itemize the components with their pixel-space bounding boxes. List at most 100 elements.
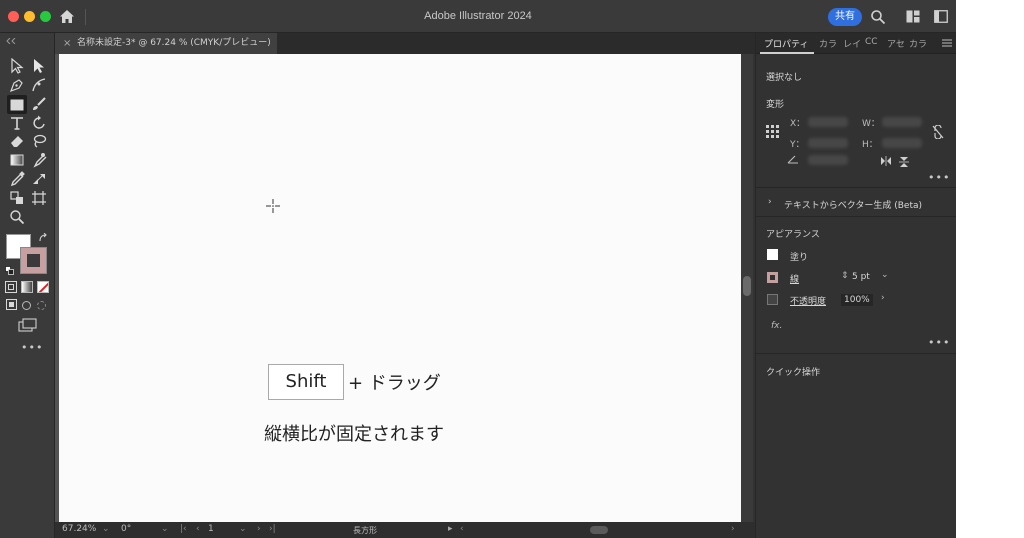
current-tool-readout: 長方形 — [353, 526, 377, 535]
share-button[interactable]: 共有 — [828, 8, 862, 26]
artboard-dropdown-icon[interactable]: ⌄ — [239, 524, 247, 534]
appearance-more-options-icon[interactable]: ••• — [928, 336, 950, 349]
opacity-icon — [767, 294, 778, 305]
scroll-right-icon[interactable]: › — [731, 524, 735, 534]
document-tab-label: 名称未設定-3* @ 67.24 % (CMYK/プレビュー) — [77, 38, 271, 48]
divider — [756, 187, 956, 188]
artboard-tool-icon[interactable] — [31, 190, 47, 206]
search-icon[interactable] — [870, 9, 886, 25]
canvas-area[interactable]: Shift + ドラッグ 縦横比が固定されます — [55, 54, 741, 522]
next-artboard-icon[interactable]: › — [257, 524, 261, 534]
change-screen-mode-icon[interactable] — [18, 318, 38, 332]
rotation-dropdown-icon[interactable]: ⌄ — [161, 524, 169, 534]
rotate-tool-icon[interactable] — [31, 115, 47, 131]
stroke-swatch[interactable] — [767, 272, 778, 283]
panel-toggle-icon[interactable] — [934, 10, 948, 23]
reference-point-icon[interactable] — [765, 124, 780, 139]
collapse-toolbar-icon[interactable] — [6, 38, 16, 44]
status-menu-icon[interactable]: ▸ — [448, 524, 453, 534]
tab-color[interactable]: カラ — [819, 37, 837, 50]
properties-panel: プロパティ カラ レイ CC アセ カラ 選択なし 変形 X： W： Y： H：… — [755, 33, 956, 538]
y-field[interactable] — [808, 138, 848, 148]
gradient-tool-icon[interactable] — [9, 152, 25, 168]
active-tab-indicator — [760, 52, 814, 54]
swap-fill-stroke-icon[interactable] — [38, 233, 48, 243]
y-label: Y： — [790, 140, 805, 150]
none-mode-icon[interactable] — [37, 281, 49, 293]
tab-properties[interactable]: プロパティ — [764, 37, 808, 50]
text-to-vector-section[interactable]: テキストからベクター生成 (Beta) — [784, 198, 922, 211]
illustrator-window: Adobe Illustrator 2024 共有 ••• × 名称未設定-3*… — [0, 0, 956, 538]
tab-asset-export[interactable]: アセ — [887, 37, 905, 50]
document-tab[interactable]: × 名称未設定-3* @ 67.24 % (CMYK/プレビュー) — [55, 33, 277, 54]
transform-more-options-icon[interactable]: ••• — [928, 171, 950, 184]
panel-tab-bar: プロパティ カラ レイ CC アセ カラ — [756, 33, 956, 54]
document-tab-strip: × 名称未設定-3* @ 67.24 % (CMYK/プレビュー) — [55, 33, 755, 54]
draw-normal-icon[interactable] — [6, 299, 17, 310]
type-tool-icon[interactable] — [9, 115, 25, 131]
opacity-dropdown-icon[interactable]: › — [881, 293, 885, 303]
app-title: Adobe Illustrator 2024 — [424, 10, 532, 22]
zoom-tool-icon[interactable] — [9, 209, 25, 225]
h-field[interactable] — [882, 138, 922, 148]
default-fill-stroke-icon[interactable] — [5, 266, 14, 275]
zoom-level-field[interactable]: 67.24% — [62, 524, 96, 534]
stroke-stepper-icon[interactable]: ⇕ — [841, 271, 849, 281]
selection-tool-icon[interactable] — [9, 58, 25, 74]
edit-toolbar-more-icon[interactable]: ••• — [21, 341, 43, 354]
expand-chevron-icon[interactable]: › — [768, 197, 772, 207]
flip-horizontal-icon[interactable] — [880, 156, 892, 166]
workspace-layout-icon[interactable] — [906, 10, 920, 23]
x-field[interactable] — [808, 117, 848, 127]
paintbrush-tool-icon[interactable] — [31, 96, 47, 112]
pen-tool-icon[interactable] — [9, 77, 25, 93]
aspect-ratio-caption: 縦横比が固定されます — [264, 424, 444, 445]
draw-inside-icon[interactable] — [37, 301, 46, 310]
panel-menu-icon[interactable] — [942, 39, 952, 47]
first-artboard-icon[interactable]: |‹ — [180, 524, 187, 534]
close-tab-icon[interactable]: × — [63, 33, 71, 54]
crosshair-cursor-icon — [266, 199, 280, 213]
previous-artboard-icon[interactable]: ‹ — [196, 524, 200, 534]
fill-swatch[interactable] — [767, 249, 778, 260]
rotation-angle-field[interactable] — [808, 155, 848, 165]
direct-selection-tool-icon[interactable] — [31, 58, 47, 74]
lasso-tool-icon[interactable] — [31, 133, 47, 149]
artboard-number-field[interactable]: 1 — [208, 524, 214, 534]
rotation-field[interactable]: 0° — [121, 524, 131, 534]
draw-behind-icon[interactable] — [22, 301, 31, 310]
stroke-weight-dropdown-icon[interactable]: ⌄ — [881, 270, 889, 280]
tab-color-guide[interactable]: カラ — [909, 37, 927, 50]
zoom-dropdown-icon[interactable]: ⌄ — [102, 524, 110, 534]
eyedropper-tool-icon[interactable] — [9, 171, 25, 187]
last-artboard-icon[interactable]: ›| — [269, 524, 276, 534]
curvature-tool-icon[interactable] — [31, 77, 47, 93]
color-mode-icon[interactable] — [5, 281, 17, 293]
blend-tool-icon[interactable] — [31, 171, 47, 187]
w-field[interactable] — [882, 117, 922, 127]
flip-vertical-icon[interactable] — [899, 156, 909, 168]
shape-builder-tool-icon[interactable] — [9, 190, 25, 206]
constrain-proportions-icon[interactable] — [932, 125, 944, 139]
stroke-color-swatch[interactable] — [20, 247, 47, 274]
opacity-label[interactable]: 不透明度 — [790, 294, 826, 307]
gradient-mode-icon[interactable] — [21, 281, 33, 293]
eyedropper-alt-tool-icon[interactable] — [31, 152, 47, 168]
fx-icon[interactable]: fx. — [771, 321, 782, 331]
eraser-tool-icon[interactable] — [9, 133, 25, 149]
vertical-scrollbar-thumb[interactable] — [743, 276, 751, 296]
scroll-left-icon[interactable]: ‹ — [460, 524, 464, 534]
tools-panel: ••• — [0, 33, 55, 538]
tab-layers[interactable]: レイ — [843, 37, 861, 50]
status-bar: 67.24% ⌄ 0° ⌄ |‹ ‹ 1 ⌄ › ›| 長方形 ▸ ‹ › — [55, 522, 755, 538]
opacity-field[interactable]: 100% — [841, 294, 873, 306]
transform-section-title: 変形 — [766, 100, 785, 110]
stroke-weight-field[interactable]: 5 pt — [852, 272, 870, 282]
artboard[interactable]: Shift + ドラッグ 縦横比が固定されます — [59, 54, 741, 522]
rectangle-tool-icon[interactable] — [7, 95, 27, 114]
tab-cc-libraries[interactable]: CC — [865, 37, 878, 47]
stroke-label[interactable]: 線 — [790, 272, 799, 285]
horizontal-scrollbar-thumb[interactable] — [590, 526, 608, 534]
vertical-scrollbar[interactable] — [741, 54, 753, 522]
rotate-angle-icon — [787, 155, 798, 164]
